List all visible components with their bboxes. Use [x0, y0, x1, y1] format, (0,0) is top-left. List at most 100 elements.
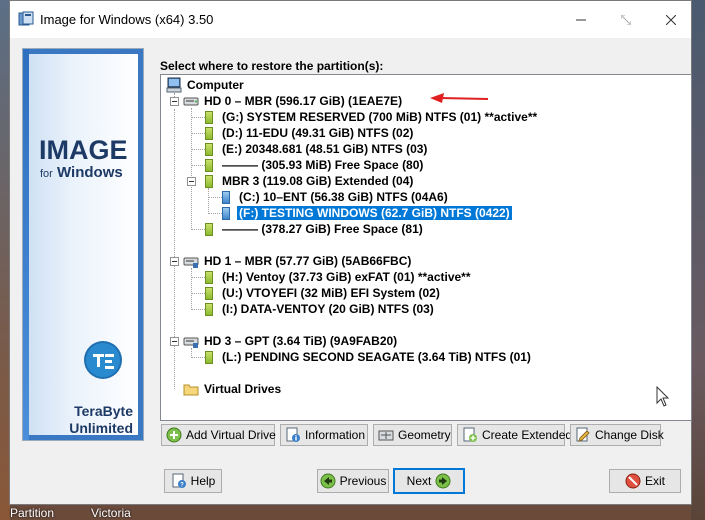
product-banner: IMAGE for Windows TeraByte Unlimited — [22, 48, 144, 441]
previous-button[interactable]: Previous — [317, 469, 389, 493]
desktop-labels: Partition Victoria — [0, 505, 705, 520]
banner-edge — [23, 49, 29, 440]
create-extended-label: Create Extended — [482, 428, 573, 442]
main-window: Image for Windows (x64) 3.50 IMAGE for W… — [9, 0, 692, 505]
desktop-background-right — [691, 0, 705, 520]
window-title: Image for Windows (x64) 3.50 — [40, 12, 214, 27]
tree-item-label: ——— (378.27 GiB) Free Space (81) — [222, 222, 423, 236]
tree-item-label: (G:) SYSTEM RESERVED (700 MiB) NTFS (01)… — [222, 110, 538, 124]
mouse-cursor-icon — [656, 386, 670, 407]
geometry-icon — [378, 430, 394, 441]
tree-line — [191, 268, 192, 310]
tree-item-partition-g[interactable]: (G:) SYSTEM RESERVED (700 MiB) NTFS (01)… — [202, 109, 539, 125]
banner-title: IMAGE — [39, 135, 128, 165]
exit-icon — [625, 473, 641, 489]
tree-item-partition-l[interactable]: (L:) PENDING SECOND SEAGATE (3.64 TiB) N… — [202, 349, 533, 365]
help-label: Help — [190, 474, 216, 488]
partition-icon — [205, 270, 213, 284]
tree-item-partition-c[interactable]: (C:) 10–ENT (56.38 GiB) NTFS (04A6) — [219, 189, 450, 205]
partition-icon — [205, 302, 213, 316]
tree-item-partition-f[interactable]: (F:) TESTING WINDOWS (62.7 GiB) NTFS (04… — [219, 205, 513, 221]
restore-icon — [620, 14, 631, 25]
partition-icon — [205, 110, 213, 124]
tree-item-label: (E:) 20348.681 (48.51 GiB) NTFS (03) — [222, 142, 428, 156]
title-bar[interactable]: Image for Windows (x64) 3.50 — [10, 1, 691, 38]
information-button[interactable]: Information — [280, 424, 368, 446]
svg-text:?: ? — [180, 483, 184, 489]
restore-prompt: Select where to restore the partition(s)… — [160, 59, 384, 73]
banner-company-line2: Unlimited — [69, 420, 133, 436]
tree-item-label: MBR 3 (119.08 GiB) Extended (04) — [222, 174, 414, 188]
collapse-hd3-toggle[interactable] — [170, 337, 179, 346]
help-button[interactable]: ? Help — [164, 469, 222, 493]
tree-item-partition-h[interactable]: (H:) Ventoy (37.73 GiB) exFAT (01) **act… — [202, 269, 473, 285]
tree-item-label: (U:) VTOYEFI (32 MiB) EFI System (02) — [222, 286, 440, 300]
banner-company-line1: TeraByte — [74, 403, 133, 419]
tree-item-label: ——— (305.93 MiB) Free Space (80) — [222, 158, 424, 172]
change-disk-label: Change Disk — [595, 428, 664, 442]
close-button[interactable] — [648, 1, 693, 38]
desktop-label-partition[interactable]: Partition — [10, 506, 54, 520]
tree-line — [191, 108, 192, 230]
computer-icon — [166, 77, 182, 93]
partition-icon — [205, 174, 213, 188]
usb-drive-icon — [183, 257, 199, 268]
add-virtual-drive-button[interactable]: Add Virtual Drive — [161, 424, 276, 446]
tree-item-label: HD 0 – MBR (596.17 GiB) (1EAE7E) — [204, 94, 403, 108]
desktop-label-victoria[interactable]: Victoria — [91, 506, 131, 520]
tree-item-mbr3-extended[interactable]: MBR 3 (119.08 GiB) Extended (04) — [202, 173, 415, 189]
tree-item-label: (I:) DATA-VENTOY (20 GiB) NTFS (03) — [222, 302, 434, 316]
collapse-hd0-toggle[interactable] — [170, 97, 179, 106]
tree-item-label: HD 3 – GPT (3.64 TiB) (9A9FAB20) — [204, 334, 398, 348]
create-extended-icon — [463, 427, 477, 442]
partition-tree[interactable]: Computer HD 0 – MBR (596.17 GiB) (1EAE7E… — [160, 74, 692, 421]
collapse-hd1-toggle[interactable] — [170, 257, 179, 266]
arrow-left-icon — [320, 473, 336, 489]
partition-icon — [205, 350, 213, 364]
create-extended-button[interactable]: Create Extended — [457, 424, 572, 446]
change-disk-icon — [576, 427, 590, 442]
tree-line — [208, 188, 209, 214]
tree-item-free-space[interactable]: ——— (305.93 MiB) Free Space (80) — [202, 157, 425, 173]
tree-item-label: HD 1 – MBR (57.77 GiB) (5AB66FBC) — [204, 254, 412, 268]
tree-item-label: (H:) Ventoy (37.73 GiB) exFAT (01) **act… — [222, 270, 471, 284]
tree-item-hd1[interactable]: HD 1 – MBR (57.77 GiB) (5AB66FBC) — [183, 253, 413, 269]
folder-icon — [183, 384, 199, 396]
exit-label: Exit — [644, 474, 665, 488]
collapse-mbr3-toggle[interactable] — [187, 177, 196, 186]
partition-icon — [205, 222, 213, 236]
close-icon — [665, 14, 676, 25]
hard-drive-icon — [183, 97, 199, 106]
partition-icon — [205, 158, 213, 172]
partition-icon — [205, 286, 213, 300]
change-disk-button[interactable]: Change Disk — [570, 424, 664, 446]
tree-item-free-space[interactable]: ——— (378.27 GiB) Free Space (81) — [202, 221, 425, 237]
banner-sub-for: for — [40, 168, 53, 180]
exit-button[interactable]: Exit — [609, 469, 681, 493]
tree-item-partition-i[interactable]: (I:) DATA-VENTOY (20 GiB) NTFS (03) — [202, 301, 436, 317]
annotation-arrow-icon — [430, 93, 489, 103]
terabyte-logo-icon — [84, 341, 122, 379]
geometry-button[interactable]: Geometry — [373, 424, 452, 446]
tree-item-hd3[interactable]: HD 3 – GPT (3.64 TiB) (9A9FAB20) — [183, 333, 399, 349]
tree-item-computer[interactable]: Computer — [166, 77, 246, 93]
information-label: Information — [305, 428, 366, 442]
tree-item-hd0[interactable]: HD 0 – MBR (596.17 GiB) (1EAE7E) — [183, 93, 404, 109]
tree-item-label: (C:) 10–ENT (56.38 GiB) NTFS (04A6) — [239, 190, 448, 204]
partition-icon — [205, 126, 213, 140]
tree-item-label: (L:) PENDING SECOND SEAGATE (3.64 TiB) N… — [222, 350, 531, 364]
tree-item-partition-e[interactable]: (E:) 20348.681 (48.51 GiB) NTFS (03) — [202, 141, 429, 157]
tree-item-partition-d[interactable]: (D:) 11-EDU (49.31 GiB) NTFS (02) — [202, 125, 415, 141]
maximize-button[interactable] — [603, 1, 648, 38]
minimize-button[interactable] — [558, 1, 603, 38]
tree-item-virtual-drives[interactable]: Virtual Drives — [183, 381, 283, 397]
app-icon — [18, 11, 34, 26]
help-icon: ? — [172, 473, 186, 489]
tree-item-partition-u[interactable]: (U:) VTOYEFI (32 MiB) EFI System (02) — [202, 285, 442, 301]
information-icon — [286, 427, 300, 442]
banner-company: TeraByte Unlimited — [69, 403, 133, 437]
tree-item-label: Computer — [187, 78, 244, 92]
add-virtual-drive-label: Add Virtual Drive — [186, 428, 276, 442]
banner-subtitle: for Windows — [40, 164, 123, 181]
next-button[interactable]: Next — [393, 468, 465, 494]
